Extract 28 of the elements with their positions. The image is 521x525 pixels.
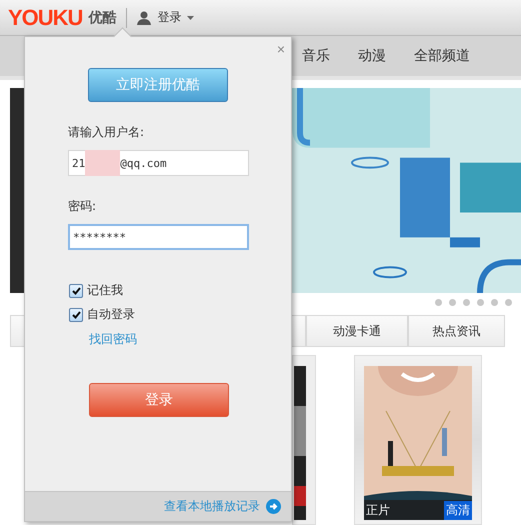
nav-link[interactable]: 音乐 <box>302 47 330 65</box>
login-link[interactable]: 登录 <box>157 9 182 26</box>
username-label: 请输入用户名: <box>68 124 146 141</box>
carousel-dot[interactable] <box>505 299 512 306</box>
carousel-dot[interactable] <box>449 299 456 306</box>
video-tag: 正片 <box>364 502 390 518</box>
caret-icon[interactable] <box>187 16 194 20</box>
video-card[interactable] <box>292 355 316 525</box>
carousel-dot[interactable] <box>463 299 470 306</box>
logo-text: 优酷 <box>88 8 116 26</box>
checkbox-option[interactable]: 自动登录 <box>69 306 291 323</box>
password-field[interactable]: ******** <box>68 224 249 250</box>
user-icon <box>137 10 152 24</box>
nav-link[interactable]: 全部频道 <box>414 47 470 65</box>
video-card[interactable]: 正片 高清 <box>354 355 482 525</box>
username-field[interactable]: 21 @qq.com <box>68 150 249 176</box>
nav-link[interactable]: 动漫 <box>358 47 386 65</box>
category-tab[interactable]: 热点资讯 <box>408 315 505 347</box>
carousel-dot[interactable] <box>435 299 442 306</box>
carousel-dot[interactable] <box>477 299 484 306</box>
quality-badge: 高清 <box>444 500 472 520</box>
arrow-circle-icon[interactable] <box>266 499 281 514</box>
password-label: 密码: <box>68 198 98 215</box>
carousel-dot[interactable] <box>491 299 498 306</box>
category-tab[interactable]: 动漫卡通 <box>306 315 408 347</box>
checkbox[interactable] <box>69 308 83 322</box>
checkbox-option[interactable]: 记住我 <box>69 282 291 299</box>
checkbox[interactable] <box>69 284 83 298</box>
